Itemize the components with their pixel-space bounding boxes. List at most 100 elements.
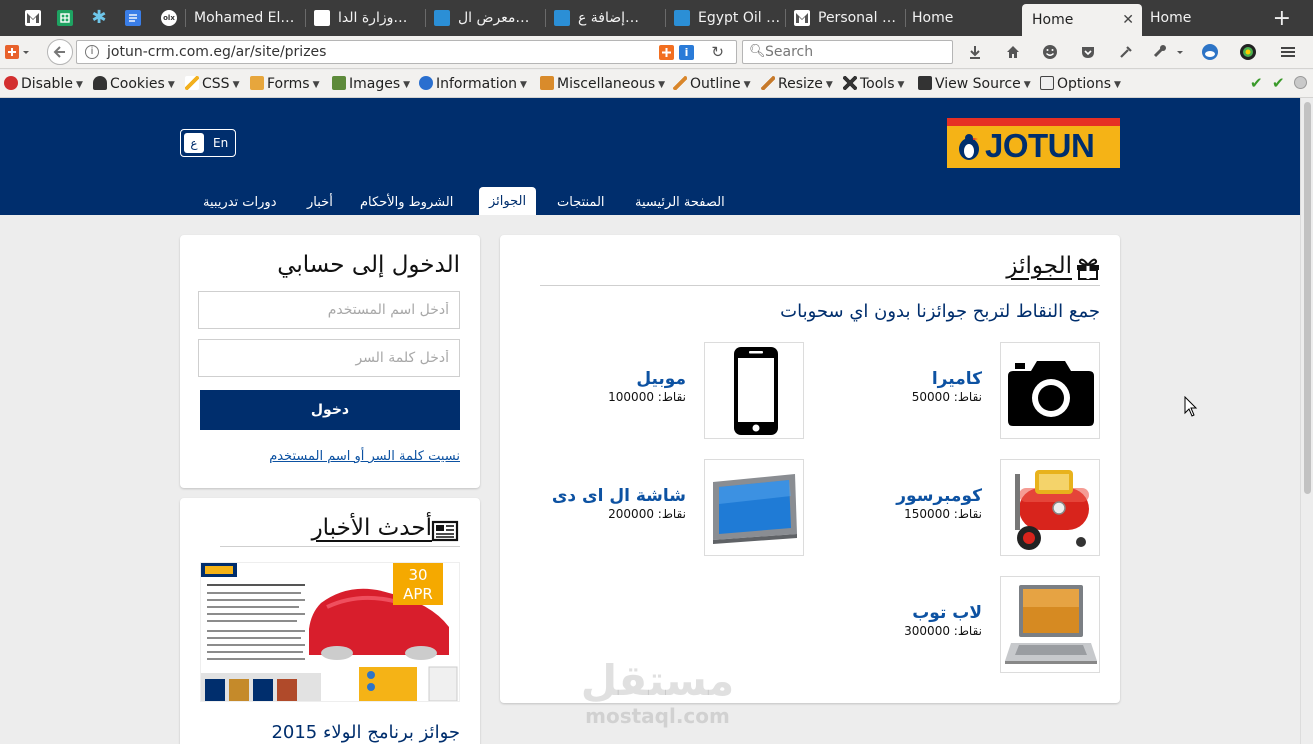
addon-info-icon[interactable]: i [679,45,694,60]
prize-lcd-points: نقاط: 200000 [608,507,686,521]
nav-training[interactable]: دورات تدريبية [203,195,276,210]
dev-menu-resize[interactable]: Resize ▼ [761,76,833,92]
prize-laptop-name[interactable]: لاب توب [912,603,982,623]
url-bar[interactable]: i jotun-crm.com.eg/ar/site/prizes i ↻ [76,40,737,64]
menu-plus-icon[interactable] [2,41,32,63]
nav-home[interactable]: الصفحة الرئيسية [635,195,725,210]
dev-menu-view-source[interactable]: View Source ▼ [918,76,1031,92]
tab-pinned-asterisk[interactable]: ✱ [83,5,115,31]
tools-dropdown-icon[interactable] [1150,41,1186,63]
dev-menu-label: View Source [935,76,1021,92]
valid-html-check-icon[interactable]: ✔ [1272,74,1285,92]
prize-mobile-image[interactable] [704,342,804,439]
back-icon[interactable] [47,39,73,65]
download-icon[interactable] [963,41,987,63]
extension-blue-icon[interactable] [1198,41,1222,63]
miscellaneous-icon [540,76,554,90]
tools-icon [843,76,857,90]
search-bar[interactable]: 🔍︎ [742,40,953,64]
asterisk-icon: ✱ [91,7,107,28]
dev-menu-tools[interactable]: Tools ▼ [843,76,904,92]
dev-menu-css[interactable]: CSS ▼ [185,76,239,92]
dev-menu-outline[interactable]: Outline ▼ [673,76,751,92]
status-circle-icon[interactable] [1294,76,1307,89]
nav-products[interactable]: المنتجات [557,195,605,210]
tab-pinned-olx[interactable]: olx [153,5,185,31]
dev-menu-miscellaneous[interactable]: Miscellaneous ▼ [540,76,665,92]
tab-personal[interactable]: Personal … [788,5,903,31]
prize-lcd-name[interactable]: شاشة ال اى دى [552,486,686,506]
options-icon [1040,76,1054,90]
home-icon[interactable] [1001,41,1025,63]
prize-laptop-points: نقاط: 300000 [904,624,982,638]
prize-camera-image[interactable] [1000,342,1100,439]
dev-menu-label: Miscellaneous [557,76,656,92]
main-nav: الصفحة الرئيسية المنتجات الجوائز الشروط … [0,187,1300,215]
page-scrollbar[interactable] [1300,98,1313,744]
tab-ministry[interactable]: وزارة الدا… [308,5,423,31]
emoji-icon[interactable] [1038,41,1062,63]
dev-menu-information[interactable]: Information ▼ [419,76,527,92]
tab-egypt-oil[interactable]: Egypt Oil … [668,5,783,31]
gmail-icon [25,10,41,26]
tab-label: معرض ال… [458,10,530,26]
tab-home-1[interactable]: Home [906,5,1018,31]
tab-home-2[interactable]: Home [1144,5,1256,31]
tab-mohamed[interactable]: Mohamed El… [188,5,303,31]
page-viewport: ع En JOTUN الصفحة الرئيسية المنتجات الجو… [0,98,1300,744]
browser-tab-bar: ✱ olx Mohamed El… وزارة الدا… معرض ال… إ… [0,0,1313,36]
tab-pinned-sheets[interactable] [49,5,81,31]
dev-menu-disable[interactable]: Disable ▼ [4,76,83,92]
dev-menu-cookies[interactable]: Cookies ▼ [93,76,175,92]
valid-css-check-icon[interactable]: ✔ [1250,74,1263,92]
prizes-panel: الجوائز جمع النقاط لتربح جوائزنا بدون اي… [500,235,1120,703]
nav-terms[interactable]: الشروط والأحكام [360,195,453,210]
prize-camera-name[interactable]: كاميرا [932,369,982,389]
nav-news[interactable]: أخبار [307,195,333,210]
sheets-icon [57,10,73,26]
mouse-pointer-icon [1184,396,1198,417]
prize-mobile-name[interactable]: موبيل [636,369,686,389]
dev-menu-forms[interactable]: Forms ▼ [250,76,319,92]
tab-home-active[interactable]: Home ✕ [1022,4,1142,36]
close-tab-icon[interactable]: ✕ [1122,12,1134,28]
jotun-logo[interactable]: JOTUN [947,118,1120,168]
tab-pinned-docs[interactable] [117,5,149,31]
gmail-icon [794,10,810,26]
news-headline-link[interactable]: جوائز برنامج الولاء 2015 [271,722,460,743]
addon-plus-icon[interactable] [659,45,674,60]
caret-down-icon: ▼ [743,80,751,90]
tab-exhibition[interactable]: معرض ال… [428,5,543,31]
forgot-password-link[interactable]: نسيت كلمة السر أو اسم المستخدم [269,449,460,464]
laptop-icon [1005,585,1097,664]
eyedropper-icon[interactable] [1114,41,1138,63]
dev-menu-label: Options [1057,76,1112,92]
search-input[interactable] [765,43,945,61]
prize-compressor-image[interactable] [1000,459,1100,556]
tab-pinned-gmail[interactable] [17,5,49,31]
reload-icon[interactable]: ↻ [711,43,724,61]
hamburger-menu-icon[interactable] [1276,41,1300,63]
tab-add[interactable]: إضافة ع… [548,5,663,31]
login-button[interactable]: دخول [200,390,460,430]
nav-prizes[interactable]: الجوائز [479,187,537,215]
new-tab-icon[interactable]: + [1273,6,1291,31]
prizes-intro: جمع النقاط لتربح جوائزنا بدون اي سحوبات [780,301,1100,322]
prize-compressor-name[interactable]: كومبرسور [896,486,982,506]
lang-english-button[interactable]: En [213,136,228,150]
password-field[interactable] [198,339,460,377]
pocket-icon[interactable] [1076,41,1100,63]
url-text: jotun-crm.com.eg/ar/site/prizes [107,44,327,60]
dev-menu-options[interactable]: Options ▼ [1040,76,1121,92]
prize-laptop-image[interactable] [1000,576,1100,673]
site-info-icon[interactable]: i [85,45,99,59]
site-header: ع En JOTUN الصفحة الرئيسية المنتجات الجو… [0,98,1300,215]
news-image[interactable]: 30 APR [200,562,460,702]
dev-menu-images[interactable]: Images ▼ [332,76,410,92]
lang-arabic-button[interactable]: ع [184,133,204,153]
extension-color-icon[interactable] [1236,41,1260,63]
username-field[interactable] [198,291,460,329]
prize-lcd-image[interactable] [704,459,804,556]
scrollbar-thumb[interactable] [1304,102,1311,494]
watermark-arabic: مستقل [580,656,735,705]
